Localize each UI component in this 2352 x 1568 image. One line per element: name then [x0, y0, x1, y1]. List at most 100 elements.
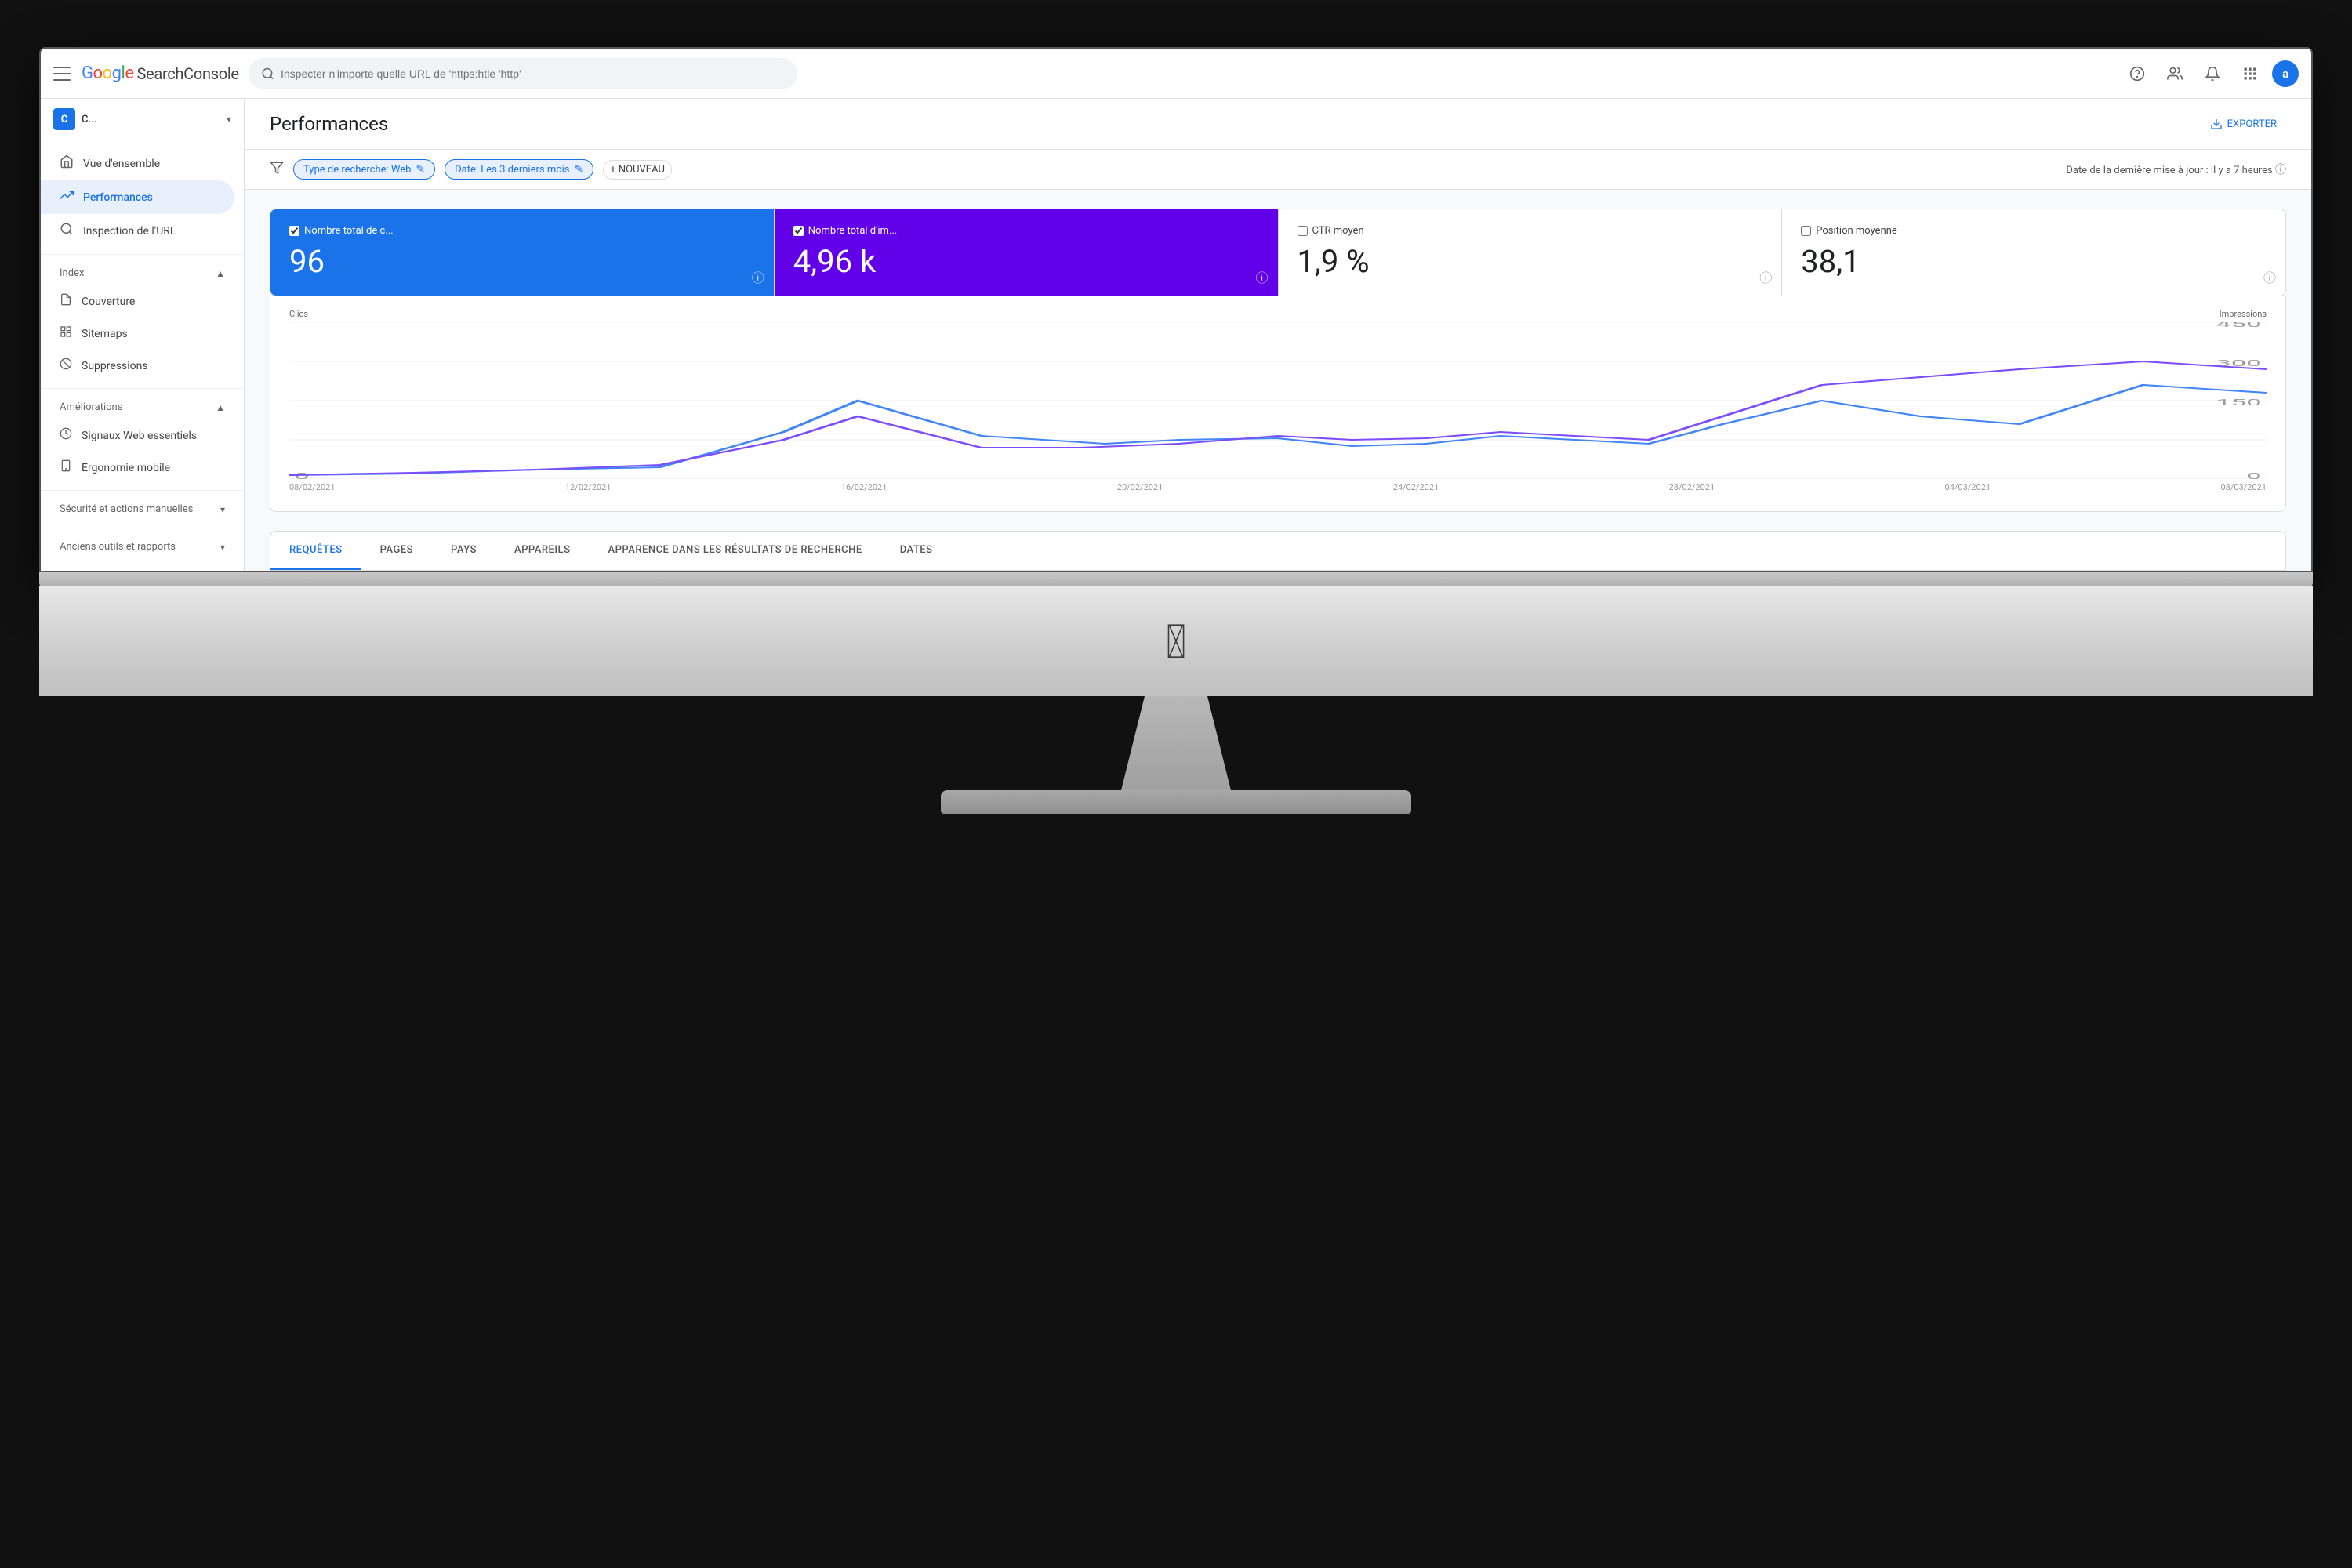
search-type-edit-icon: ✎	[416, 163, 425, 176]
inspect-icon	[60, 222, 74, 240]
header-actions: a	[2122, 58, 2299, 89]
app-logo: Google SearchConsole	[82, 64, 239, 83]
monitor-stand-base	[941, 790, 1411, 814]
position-checkbox-row: Position moyenne	[1801, 225, 2267, 237]
screen: Google SearchConsole	[39, 47, 2313, 572]
security-section-label: Sécurité et actions manuelles	[60, 503, 193, 515]
filter-icon[interactable]	[270, 161, 284, 179]
property-info: C C...	[53, 108, 96, 130]
tab-pays[interactable]: PAYS	[432, 532, 495, 570]
index-section-header[interactable]: Index ▲	[41, 261, 244, 285]
new-filter-button[interactable]: + NOUVEAU	[603, 160, 672, 180]
search-input[interactable]	[281, 67, 785, 80]
position-help-icon[interactable]: ⓘ	[2263, 267, 2276, 286]
chart-area: Clics Impressions 450	[270, 296, 2286, 512]
main-content: Performances EXPORTER	[245, 99, 2311, 571]
search-icon	[261, 67, 274, 81]
tab-dates[interactable]: DATES	[881, 532, 952, 570]
metrics-grid: Nombre total de c... 96 ⓘ Nombre total d…	[270, 209, 2286, 296]
sidebar-item-label-web-vitals: Signaux Web essentiels	[82, 430, 197, 442]
sidebar-item-sitemaps[interactable]: Sitemaps	[41, 318, 234, 350]
tools-section: Anciens outils et rapports ▾	[41, 528, 244, 565]
export-button[interactable]: EXPORTER	[2201, 111, 2286, 136]
chart-svg: 450 300 150 0 0	[289, 322, 2267, 479]
sidebar-item-suppressions[interactable]: Suppressions	[41, 350, 234, 382]
sitemaps-icon	[60, 325, 72, 342]
ctr-checkbox[interactable]	[1298, 226, 1308, 236]
tab-appareils[interactable]: APPAREILS	[495, 532, 589, 570]
tab-apparence[interactable]: APPARENCE DANS LES RÉSULTATS DE RECHERCH…	[589, 532, 880, 570]
svg-text:0: 0	[2246, 471, 2262, 479]
performances-icon	[60, 188, 74, 206]
avatar[interactable]: a	[2272, 60, 2299, 87]
metric-card-position[interactable]: Position moyenne 38,1 ⓘ	[1782, 209, 2285, 296]
logo-google: Google	[82, 64, 133, 83]
property-dropdown-arrow[interactable]: ▾	[227, 114, 231, 125]
ctr-help-icon[interactable]: ⓘ	[1759, 267, 1772, 286]
mobile-icon	[60, 459, 72, 476]
sidebar: C C... ▾ Vue d'ensemble	[41, 99, 245, 571]
filters-bar: Type de recherche: Web ✎ Date: Les 3 der…	[245, 150, 2311, 190]
position-checkbox[interactable]	[1801, 226, 1811, 236]
x-label-1: 12/02/2021	[565, 482, 612, 492]
sidebar-item-overview[interactable]: Vue d'ensemble	[41, 147, 234, 180]
users-button[interactable]	[2159, 58, 2190, 89]
sidebar-item-label-coverage: Couverture	[82, 296, 135, 308]
date-chip[interactable]: Date: Les 3 derniers mois ✎	[445, 159, 593, 180]
suppressions-icon	[60, 358, 72, 374]
impressions-help-icon[interactable]: ⓘ	[1255, 267, 1268, 286]
date-edit-icon: ✎	[575, 163, 584, 176]
impressions-checkbox[interactable]	[793, 226, 804, 236]
x-label-2: 16/02/2021	[841, 482, 887, 492]
clicks-help-icon[interactable]: ⓘ	[752, 267, 764, 286]
ctr-checkbox-row: CTR moyen	[1298, 225, 1763, 237]
security-section-header[interactable]: Sécurité et actions manuelles ▾	[41, 497, 244, 521]
x-label-5: 28/02/2021	[1669, 482, 1715, 492]
index-section-label: Index	[60, 267, 84, 279]
coverage-icon	[60, 293, 72, 310]
metric-card-ctr[interactable]: CTR moyen 1,9 % ⓘ	[1279, 209, 1783, 296]
clicks-label: Nombre total de c...	[304, 225, 394, 237]
help-button[interactable]	[2122, 58, 2153, 89]
ctr-label: CTR moyen	[1312, 225, 1364, 237]
sidebar-nav: Vue d'ensemble Performances	[41, 140, 244, 254]
chart-left-label: Clics	[289, 309, 308, 319]
tab-requetes[interactable]: REQUÊTES	[270, 532, 361, 570]
clicks-checkbox[interactable]	[289, 226, 299, 236]
sidebar-item-performances[interactable]: Performances	[41, 180, 234, 214]
tab-pages[interactable]: PAGES	[361, 532, 432, 570]
notifications-button[interactable]	[2197, 58, 2228, 89]
last-update-help-icon[interactable]: ⓘ	[2275, 164, 2286, 176]
impressions-value: 4,96 k	[793, 243, 1259, 280]
monitor-back: 	[39, 586, 2313, 696]
metric-card-impressions[interactable]: Nombre total d'im... 4,96 k ⓘ	[775, 209, 1279, 296]
sidebar-item-label-suppressions: Suppressions	[82, 360, 148, 372]
menu-button[interactable]	[53, 64, 72, 83]
apps-button[interactable]	[2234, 58, 2266, 89]
search-type-chip[interactable]: Type de recherche: Web ✎	[293, 159, 435, 180]
sidebar-item-label-mobile: Ergonomie mobile	[82, 462, 170, 474]
last-update: Date de la dernière mise à jour : il y a…	[2066, 162, 2286, 177]
x-label-4: 24/02/2021	[1393, 482, 1439, 492]
chart-x-labels: 08/02/2021 12/02/2021 16/02/2021 20/02/2…	[289, 482, 2267, 492]
clicks-checkbox-row: Nombre total de c...	[289, 225, 755, 237]
search-bar[interactable]	[249, 58, 797, 89]
sidebar-item-coverage[interactable]: Couverture	[41, 285, 234, 318]
sidebar-item-url-inspection[interactable]: Inspection de l'URL	[41, 214, 234, 248]
property-badge: C	[53, 108, 75, 130]
sidebar-item-mobile[interactable]: Ergonomie mobile	[41, 452, 234, 484]
sidebar-item-web-vitals[interactable]: Signaux Web essentiels	[41, 419, 234, 452]
metric-card-clicks[interactable]: Nombre total de c... 96 ⓘ	[270, 209, 775, 296]
property-name: C...	[82, 114, 96, 125]
tools-section-header[interactable]: Anciens outils et rapports ▾	[41, 535, 244, 559]
new-filter-label: + NOUVEAU	[610, 164, 665, 176]
ctr-value: 1,9 %	[1298, 243, 1763, 280]
clicks-value: 96	[289, 243, 755, 280]
chart-svg-container: 450 300 150 0 0	[289, 322, 2267, 479]
main-layout: C C... ▾ Vue d'ensemble	[41, 99, 2311, 571]
ameliorations-section-header[interactable]: Améliorations ▲	[41, 395, 244, 419]
index-collapse-icon: ▲	[216, 268, 225, 279]
date-chip-label: Date: Les 3 derniers mois	[455, 164, 569, 176]
sidebar-item-label-overview: Vue d'ensemble	[83, 158, 160, 170]
property-selector[interactable]: C C... ▾	[41, 99, 244, 140]
